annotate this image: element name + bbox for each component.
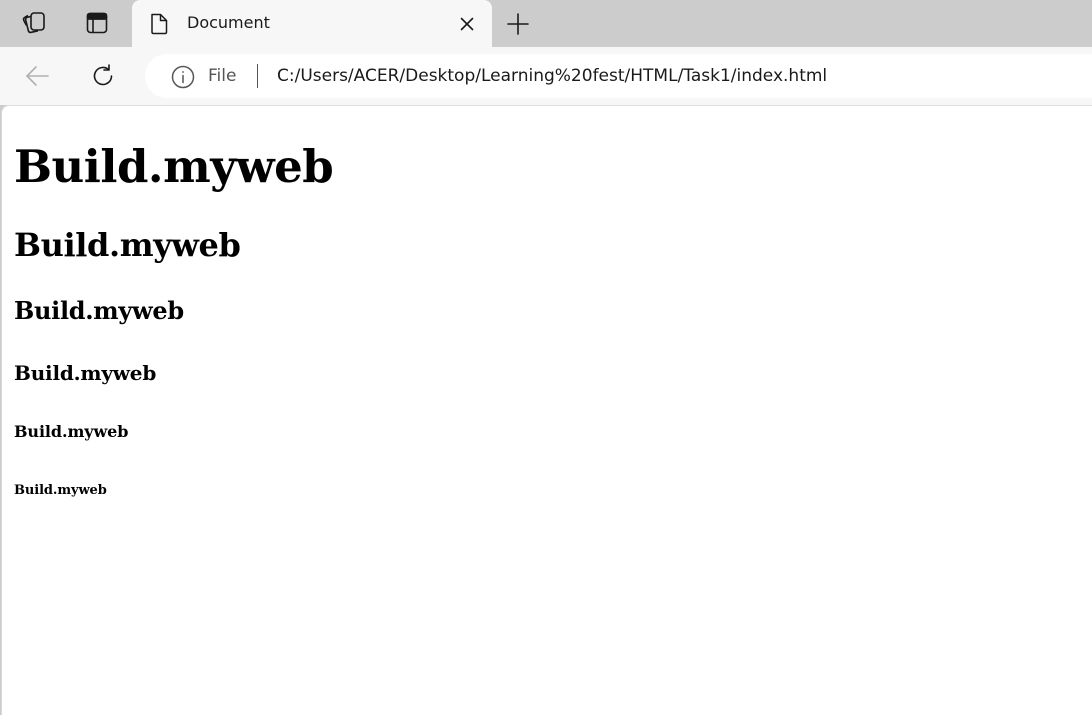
heading-3: Build.myweb (14, 296, 184, 325)
back-button[interactable] (22, 61, 52, 91)
address-divider (257, 64, 258, 88)
browser-toolbar: File C:/Users/ACER/Desktop/Learning%20fe… (0, 47, 1092, 105)
workspaces-icon (22, 12, 45, 34)
workspaces-button[interactable] (19, 8, 49, 38)
vertical-tabs-button[interactable] (82, 8, 112, 38)
refresh-icon (93, 64, 113, 86)
close-tab-button[interactable] (457, 14, 477, 34)
plus-icon (507, 13, 529, 35)
close-icon (460, 17, 474, 31)
document-icon (151, 13, 168, 35)
tab-strip: Document (0, 0, 1092, 47)
address-bar[interactable]: File C:/Users/ACER/Desktop/Learning%20fe… (145, 54, 1092, 98)
new-tab-button[interactable] (503, 9, 533, 39)
tab-title: Document (187, 13, 270, 32)
heading-2: Build.myweb (14, 226, 241, 264)
tab-document[interactable]: Document (132, 0, 492, 47)
back-arrow-icon (26, 66, 49, 86)
heading-4: Build.myweb (14, 361, 157, 385)
info-icon[interactable] (171, 65, 195, 89)
browser-window: Document File C:/Users/ACER/Desktop/Lear… (0, 0, 1092, 715)
refresh-button[interactable] (88, 61, 118, 91)
heading-1: Build.myweb (14, 140, 334, 193)
page-content: Build.myweb Build.myweb Build.myweb Buil… (1, 105, 1092, 715)
url-text[interactable]: C:/Users/ACER/Desktop/Learning%20fest/HT… (277, 65, 827, 87)
vertical-tabs-icon (86, 12, 108, 34)
heading-6: Build.myweb (14, 483, 107, 498)
scheme-label: File (208, 66, 237, 86)
heading-5: Build.myweb (14, 422, 129, 441)
